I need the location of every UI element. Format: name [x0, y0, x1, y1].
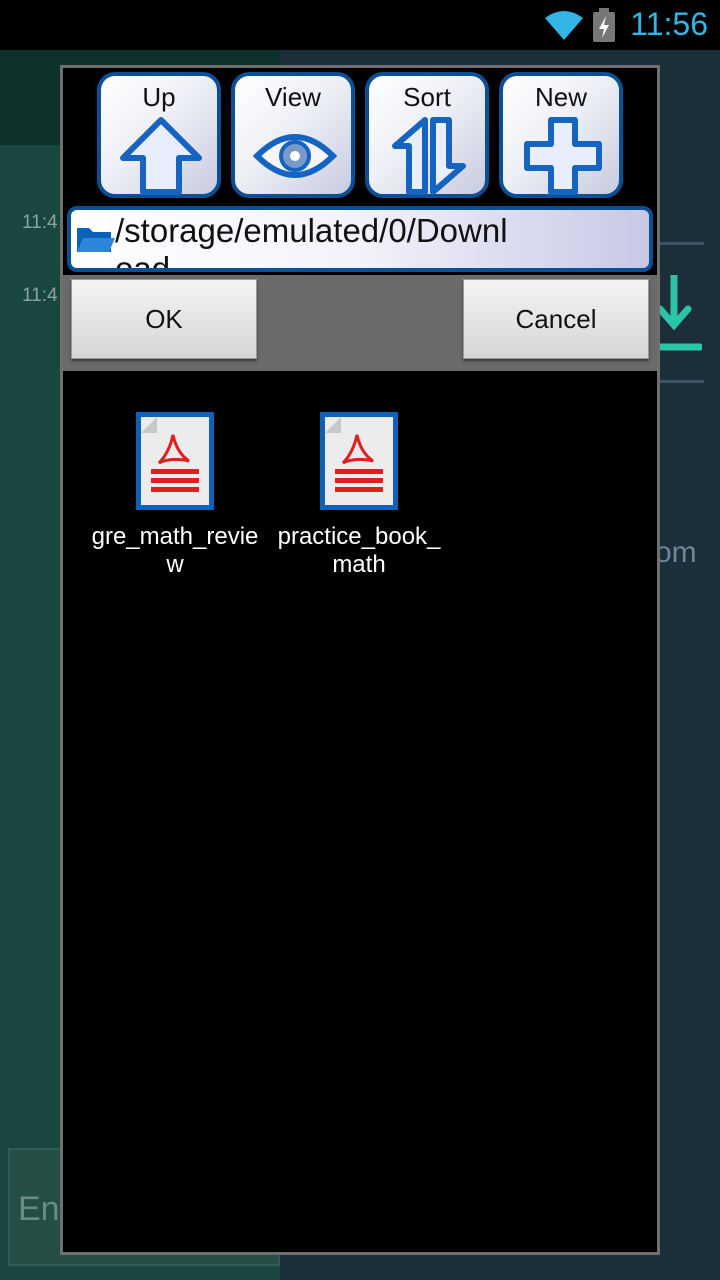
- battery-icon: [593, 8, 615, 42]
- background-text: om: [655, 536, 697, 569]
- cancel-button[interactable]: Cancel: [463, 279, 649, 359]
- status-bar: 11:56: [0, 0, 720, 50]
- sort-label: Sort: [403, 82, 451, 112]
- new-label: New: [534, 82, 587, 112]
- up-label: Up: [142, 82, 176, 112]
- status-clock: 11:56: [630, 6, 708, 42]
- file-item[interactable]: gre_math_review: [85, 409, 265, 579]
- view-label: View: [265, 82, 321, 112]
- eye-icon: [253, 134, 337, 178]
- file-grid: gre_math_review practice_book_math: [63, 371, 657, 1251]
- background-timestamp: 11:4: [22, 212, 58, 233]
- plus-icon: [524, 117, 602, 195]
- pdf-icon: [320, 412, 398, 510]
- sort-button[interactable]: Sort: [365, 72, 489, 198]
- file-item[interactable]: practice_book_math: [269, 409, 449, 579]
- up-arrow-icon: [120, 117, 202, 195]
- view-button[interactable]: View: [231, 72, 355, 198]
- current-path: /storage/emulated/0/Download: [115, 212, 508, 272]
- new-button[interactable]: New: [499, 72, 623, 198]
- dialog-action-bar: OK Cancel: [63, 275, 657, 371]
- path-field[interactable]: /storage/emulated/0/Download: [67, 206, 653, 272]
- background-timestamp: 11:4: [22, 285, 58, 306]
- pdf-icon: [136, 412, 214, 510]
- file-name: gre_math_review: [91, 523, 259, 578]
- up-button[interactable]: Up: [97, 72, 221, 198]
- sort-icon: [392, 117, 466, 195]
- file-chooser-dialog: Up View Sort New /storage/emulated/0/Dow…: [60, 65, 660, 1255]
- file-name: practice_book_math: [277, 523, 441, 578]
- background-divider: [660, 380, 704, 383]
- wifi-icon: [545, 11, 583, 40]
- background-divider: [660, 242, 704, 245]
- ok-button[interactable]: OK: [71, 279, 257, 359]
- folder-icon: [77, 228, 115, 252]
